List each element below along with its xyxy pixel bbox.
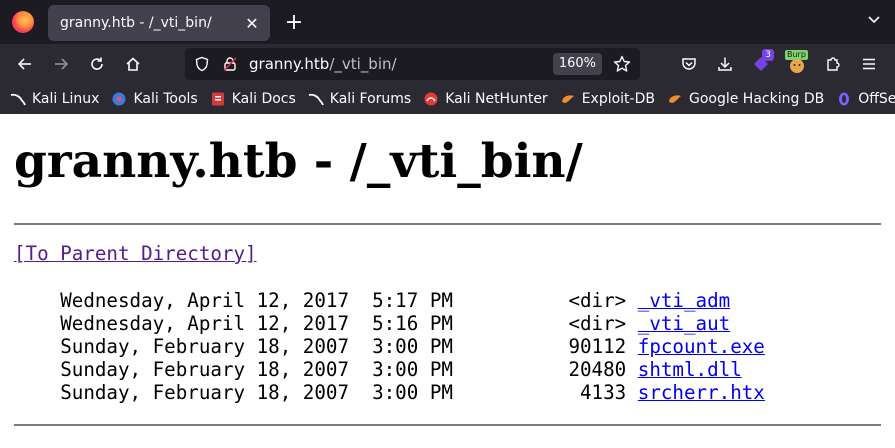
address-bar[interactable]: granny.htb/_vti_bin/ 160% [185,48,640,80]
burp-extension-button[interactable]: Burp [779,49,815,79]
burp-label: Burp [785,50,808,60]
kali-tools-icon [111,91,127,107]
extension-badge: 3 [762,49,774,61]
forward-button[interactable] [46,49,76,79]
bookmark-label: Kali Linux [32,91,100,107]
list-all-tabs-icon[interactable] [867,13,881,27]
entry-date: Wednesday, April 12, 2017 [60,289,350,312]
home-button[interactable] [118,49,148,79]
bookmark-label: Kali Tools [133,91,198,107]
nethunter-icon [423,91,439,107]
bottom-divider [14,424,881,426]
entry-size: <dir> [568,312,627,335]
listing-row: Sunday, February 18, 2007 3:00 PM 90112 fp… [14,335,765,358]
shield-icon[interactable] [194,56,210,72]
entry-size: <dir> [568,289,627,312]
pocket-button[interactable] [671,49,707,79]
url-text[interactable]: granny.htb/_vti_bin/ [249,55,397,73]
listing-row: Wednesday, April 12, 2017 5:17 PM <dir> _v… [14,289,765,312]
kali-forums-icon [308,91,324,107]
back-arrow-icon [17,58,31,70]
entry-size: 20480 [568,358,627,381]
tab-strip: granny.htb - /_vti_bin/ ✕ + [0,0,895,44]
entry-size: 4133 [580,381,627,404]
nav-bar: granny.htb/_vti_bin/ 160% 3 Burp [0,44,895,84]
page-title: granny.htb - /_vti_bin/ [14,134,583,189]
entry-time: 5:17 PM [372,289,453,312]
url-host: granny.htb [249,55,330,73]
downloads-button[interactable] [707,49,743,79]
tab-active[interactable]: granny.htb - /_vti_bin/ ✕ [48,5,270,41]
kali-dragon-icon [10,91,26,107]
new-tab-button[interactable]: + [282,10,306,35]
directory-listing: Wednesday, April 12, 2017 5:17 PM <dir> _v… [14,289,765,404]
top-divider [14,223,881,225]
page-content: granny.htb - /_vti_bin/ [To Parent Direc… [0,114,895,448]
bookmark-exploit-db[interactable]: Exploit-DB [560,91,655,107]
listing-row: Wednesday, April 12, 2017 5:16 PM <dir> _v… [14,312,765,335]
entry-size: 90112 [568,335,627,358]
kali-docs-icon [210,91,226,107]
entry-time: 3:00 PM [372,358,453,381]
entry-time: 5:16 PM [372,312,453,335]
listing-row: Sunday, February 18, 2007 3:00 PM 20480 sh… [14,358,765,381]
entry-date: Wednesday, April 12, 2017 [60,312,350,335]
tab-close-icon[interactable]: ✕ [244,14,260,33]
tab-title: granny.htb - /_vti_bin/ [60,15,212,31]
insecure-lock-icon[interactable] [222,56,238,72]
listing-row: Sunday, February 18, 2007 3:00 PM 4133 src… [14,381,765,404]
app-menu-button[interactable] [851,49,887,79]
bookmark-kali-docs[interactable]: Kali Docs [210,91,296,107]
extension-button[interactable]: 3 [743,49,779,79]
pocket-icon [682,58,696,70]
home-icon [126,57,140,71]
entry-link[interactable]: srcherr.htx [638,381,765,404]
entry-link[interactable]: fpcount.exe [638,335,765,358]
download-icon [718,57,732,71]
entry-link[interactable]: _vti_aut [638,312,730,335]
bookmark-label: Kali Forums [329,91,412,107]
bookmark-offsec[interactable]: OffSec [836,91,895,107]
bookmark-label: Exploit-DB [581,91,655,107]
bookmark-star-icon[interactable] [613,55,631,73]
toolbar-buttons: 3 Burp [671,44,895,84]
bookmark-label: Kali NetHunter [445,91,548,107]
entry-date: Sunday, February 18, 2007 [60,335,350,358]
bookmark-kali-linux[interactable]: Kali Linux [10,91,99,107]
bookmark-label: Kali Docs [231,91,296,107]
bookmark-kali-tools[interactable]: Kali Tools [111,91,198,107]
reload-button[interactable] [82,49,112,79]
forward-arrow-icon [55,58,69,70]
entry-date: Sunday, February 18, 2007 [60,381,350,404]
bookmark-google-hacking-db[interactable]: Google Hacking DB [667,91,824,107]
entry-link[interactable]: shtml.dll [638,358,742,381]
url-path: /_vti_bin/ [329,55,397,73]
reload-icon [91,57,103,70]
firefox-logo-icon[interactable] [12,11,34,33]
entry-time: 3:00 PM [372,381,453,404]
hamburger-menu-icon [863,58,875,70]
entry-link[interactable]: _vti_adm [638,289,730,312]
parent-directory-link[interactable]: [To Parent Directory] [14,242,257,265]
entry-time: 3:00 PM [372,335,453,358]
bookmark-kali-nethunter[interactable]: Kali NetHunter [423,91,548,107]
bookmark-label: Google Hacking DB [688,91,825,107]
entry-date: Sunday, February 18, 2007 [60,358,350,381]
ghdb-icon [667,91,683,107]
puzzle-piece-icon [827,57,840,71]
bookmark-kali-forums[interactable]: Kali Forums [308,91,411,107]
back-button[interactable] [10,49,40,79]
bookmarks-toolbar: Kali Linux Kali Tools Kali Docs Kali For… [0,84,895,114]
offsec-icon [836,91,852,107]
zoom-level-button[interactable]: 160% [552,53,602,75]
exploitdb-icon [560,91,576,107]
bookmark-label: OffSec [858,91,895,107]
browser-chrome: granny.htb - /_vti_bin/ ✕ + granny.htb/_… [0,0,895,114]
extensions-button[interactable] [815,49,851,79]
